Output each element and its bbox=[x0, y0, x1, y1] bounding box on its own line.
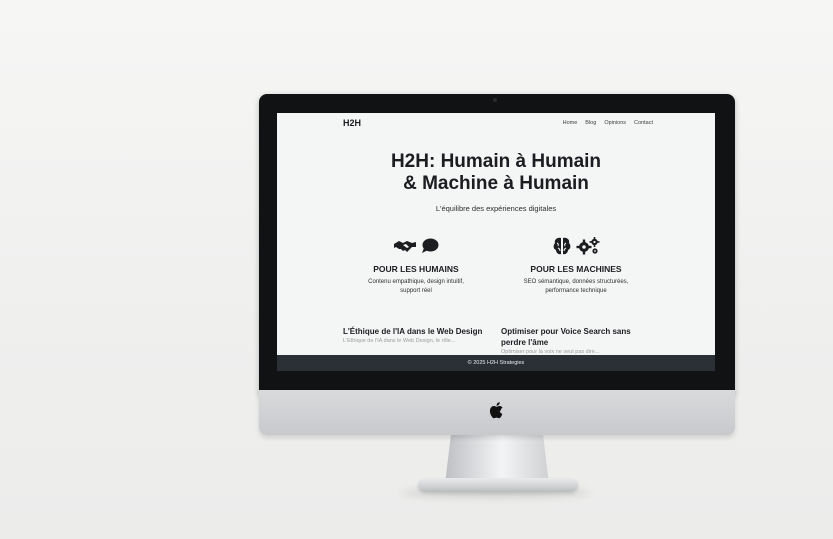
feature-machines-desc-line1: SEO sémantique, données structurées, bbox=[523, 279, 629, 285]
apple-logo-icon bbox=[489, 402, 503, 419]
feature-humans-desc: Contenu empathique, design intuitif, sup… bbox=[341, 278, 491, 296]
top-navbar: H2H Home Blog Opinions Contact bbox=[277, 113, 715, 135]
brain-icon bbox=[553, 237, 571, 255]
monitor-stand bbox=[445, 432, 549, 484]
feature-humans: POUR LES HUMAINS Contenu empathique, des… bbox=[341, 235, 491, 296]
monitor-chin bbox=[259, 390, 735, 435]
blog-post-card[interactable]: Optimiser pour Voice Search sans perdre … bbox=[501, 326, 641, 355]
feature-machines-desc: SEO sémantique, données structurées, per… bbox=[501, 278, 651, 296]
feature-machines-icons bbox=[501, 235, 651, 257]
nav-item-contact[interactable]: Contact bbox=[634, 120, 653, 126]
monitor-screen: H2H Home Blog Opinions Contact H2H: Huma… bbox=[277, 113, 715, 371]
feature-humans-icons bbox=[341, 235, 491, 257]
blog-post-title[interactable]: Optimiser pour Voice Search sans perdre … bbox=[501, 326, 641, 348]
feature-humans-desc-line2: support réel bbox=[400, 288, 432, 294]
handshake-icon bbox=[394, 241, 416, 252]
site-brand-link[interactable]: H2H bbox=[343, 118, 361, 128]
nav-menu: Home Blog Opinions Contact bbox=[563, 120, 653, 126]
blog-post-title[interactable]: L'Éthique de l'IA dans le Web Design bbox=[343, 326, 483, 337]
speech-bubble-icon bbox=[422, 238, 439, 253]
photo-scene: H2H Home Blog Opinions Contact H2H: Huma… bbox=[0, 0, 833, 539]
feature-machines-title: POUR LES MACHINES bbox=[530, 264, 622, 274]
gears-icon bbox=[576, 237, 600, 255]
hero-title-line2: & Machine à Humain bbox=[403, 173, 589, 194]
hero-subtitle: L'équilibre des expériences digitales bbox=[435, 204, 557, 213]
nav-item-home[interactable]: Home bbox=[563, 120, 578, 126]
feature-humans-title: POUR LES HUMAINS bbox=[373, 264, 459, 274]
monitor-stand-base bbox=[418, 478, 578, 492]
feature-machines: POUR LES MACHINES SEO sémantique, donnée… bbox=[501, 235, 651, 296]
hero-title: H2H: Humain à Humain & Machine à Humain bbox=[277, 151, 715, 195]
hero-title-line1: H2H: Humain à Humain bbox=[390, 151, 602, 172]
blog-post-excerpt: L'Éthique de l'IA dans le Web Design, le… bbox=[343, 338, 456, 344]
feature-humans-desc-line1: Contenu empathique, design intuitif, bbox=[368, 279, 464, 285]
site-footer: © 2025 H2H Strategies bbox=[277, 355, 715, 371]
nav-item-blog[interactable]: Blog bbox=[585, 120, 596, 126]
camera-icon bbox=[493, 98, 497, 102]
blog-post-card[interactable]: L'Éthique de l'IA dans le Web Design L'É… bbox=[343, 326, 483, 344]
nav-item-opinions[interactable]: Opinions bbox=[604, 120, 626, 126]
feature-machines-desc-line2: performance technique bbox=[545, 288, 607, 294]
